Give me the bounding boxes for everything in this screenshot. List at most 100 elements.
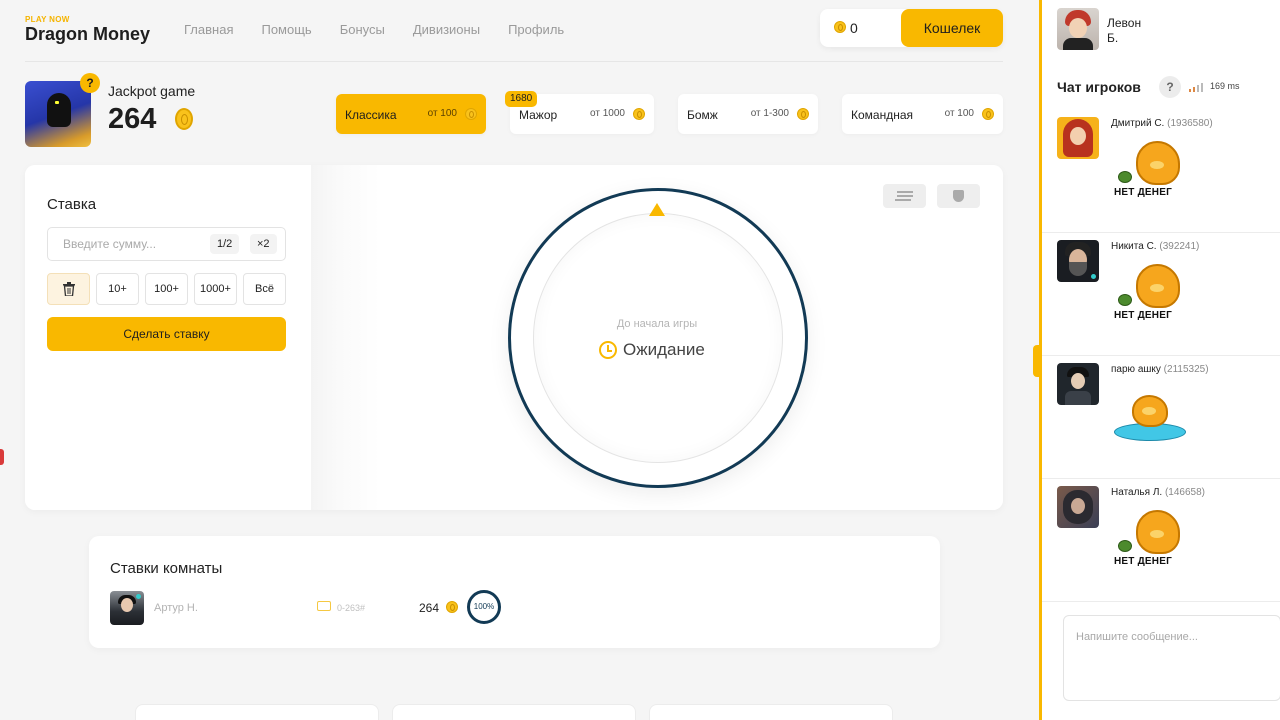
avatar-status-dot bbox=[136, 594, 141, 599]
countdown-label: До начала игры bbox=[616, 318, 698, 330]
quick-add-1000[interactable]: 1000+ bbox=[194, 273, 237, 305]
avatar[interactable] bbox=[1057, 117, 1099, 159]
bet-panel: Ставка 1/2 ×2 10+ 100+ 1000+ Всё Сделать… bbox=[25, 165, 311, 510]
mode-team[interactable]: Командная от 100 bbox=[842, 94, 1003, 134]
ticket-icon bbox=[317, 601, 331, 611]
chat-sidebar: Левон Б. Чат игроков ? 169 ms Дмитрий С.… bbox=[1039, 0, 1280, 720]
jackpot-help-icon[interactable]: ? bbox=[80, 73, 100, 93]
mode-min: от 1-300 bbox=[750, 108, 789, 119]
sticker-caption: НЕТ ДЕНЕГ bbox=[1114, 310, 1172, 321]
coin-icon bbox=[175, 108, 193, 130]
sticker-image: НЕТ ДЕНЕГ bbox=[1114, 508, 1186, 570]
game-status: Ожидание bbox=[623, 340, 705, 359]
avatar[interactable] bbox=[1057, 486, 1099, 528]
mode-name: Командная bbox=[851, 108, 914, 122]
win-chance: 100% bbox=[467, 590, 501, 624]
half-button[interactable]: 1/2 bbox=[210, 234, 240, 254]
header: PLAY NOW Dragon Money Главная Помощь Бон… bbox=[25, 0, 1003, 62]
logo-tag: PLAY NOW bbox=[25, 15, 70, 24]
coin-icon bbox=[797, 108, 809, 120]
mode-min: от 100 bbox=[427, 108, 457, 119]
coin-icon bbox=[633, 108, 645, 120]
wheel-inner bbox=[533, 213, 783, 463]
mode-classic[interactable]: Классика от 100 bbox=[336, 94, 486, 134]
chat-message: Никита С. (392241) НЕТ ДЕНЕГ bbox=[1042, 234, 1280, 356]
avatar-face bbox=[1069, 18, 1087, 38]
mode-bomzh[interactable]: Бомж от 1-300 bbox=[678, 94, 818, 134]
chat-username[interactable]: Наталья Л. (146658) bbox=[1111, 487, 1205, 498]
quick-all[interactable]: Всё bbox=[243, 273, 286, 305]
chat-help-icon[interactable]: ? bbox=[1159, 76, 1181, 98]
chat-message: парю ашку (2115325) bbox=[1042, 357, 1280, 479]
avatar[interactable] bbox=[1057, 240, 1099, 282]
game-wheel bbox=[508, 188, 808, 488]
game-card: Ставка 1/2 ×2 10+ 100+ 1000+ Всё Сделать… bbox=[25, 165, 1003, 510]
chat-input-wrap bbox=[1063, 615, 1280, 701]
chat-username[interactable]: Дмитрий С. (1936580) bbox=[1111, 118, 1213, 129]
quick-add-100[interactable]: 100+ bbox=[145, 273, 188, 305]
avatar[interactable] bbox=[1057, 363, 1099, 405]
coin-icon bbox=[465, 108, 477, 120]
user-avatar[interactable] bbox=[1057, 8, 1099, 50]
history-card bbox=[649, 704, 893, 720]
nav-help[interactable]: Помощь bbox=[261, 22, 311, 37]
balance-box: 0 Кошелек bbox=[820, 9, 1003, 47]
double-button[interactable]: ×2 bbox=[250, 234, 277, 254]
bet-amount-input[interactable] bbox=[48, 228, 198, 260]
user-first-name: Левон bbox=[1107, 16, 1142, 30]
quick-add-10[interactable]: 10+ bbox=[96, 273, 139, 305]
ping-value: 169 ms bbox=[1210, 81, 1240, 91]
bettor-name[interactable]: Артур Н. bbox=[154, 602, 198, 614]
signal-icon bbox=[1189, 83, 1203, 92]
logo[interactable]: PLAY NOW Dragon Money bbox=[25, 15, 150, 45]
chat-username[interactable]: Никита С. (392241) bbox=[1111, 241, 1199, 252]
sticker-image: НЕТ ДЕНЕГ bbox=[1114, 139, 1186, 201]
chat-title: Чат игроков bbox=[1057, 79, 1141, 95]
nav-profile[interactable]: Профиль bbox=[508, 22, 564, 37]
ticket-range: 0-263# bbox=[337, 603, 366, 613]
sticker-caption: НЕТ ДЕНЕГ bbox=[1114, 187, 1172, 198]
dragon-figure bbox=[47, 93, 71, 127]
jackpot-value: 264 bbox=[108, 103, 157, 135]
chat-username[interactable]: парю ашку (2115325) bbox=[1111, 364, 1209, 375]
wheel-pointer-icon bbox=[649, 203, 665, 216]
history-card bbox=[392, 704, 636, 720]
wallet-button[interactable]: Кошелек bbox=[901, 9, 1003, 47]
chat-message-input[interactable] bbox=[1064, 616, 1280, 700]
bet-title: Ставка bbox=[47, 196, 97, 213]
room-bets-title: Ставки комнаты bbox=[110, 560, 223, 577]
shield-icon bbox=[953, 190, 964, 202]
sticker-image: НЕТ ДЕНЕГ bbox=[1114, 262, 1186, 324]
coin-icon bbox=[834, 21, 846, 33]
dragon-eye bbox=[55, 101, 59, 104]
make-bet-button[interactable]: Сделать ставку bbox=[47, 317, 286, 351]
fairness-button[interactable] bbox=[937, 184, 980, 208]
clock-icon bbox=[599, 341, 617, 359]
wheel-area: До начала игры Ожидание bbox=[311, 165, 1003, 510]
sticker-caption: НЕТ ДЕНЕГ bbox=[1114, 556, 1172, 567]
jackpot-thumbnail bbox=[25, 81, 91, 147]
avatar[interactable] bbox=[110, 591, 144, 625]
bet-input-wrap: 1/2 ×2 bbox=[47, 227, 286, 261]
mode-name: Мажор bbox=[519, 108, 558, 122]
trash-icon bbox=[62, 282, 75, 297]
logo-name: Dragon Money bbox=[25, 24, 151, 44]
nav-home[interactable]: Главная bbox=[184, 22, 233, 37]
clear-bet-button[interactable] bbox=[47, 273, 90, 305]
avatar-body bbox=[1063, 38, 1093, 50]
coin-icon bbox=[982, 108, 994, 120]
sticker-image bbox=[1114, 385, 1186, 447]
balance-value: 0 bbox=[850, 20, 858, 36]
mode-min: от 100 bbox=[944, 108, 974, 119]
nav-divisions[interactable]: Дивизионы bbox=[413, 22, 480, 37]
bet-amount: 264 bbox=[419, 601, 440, 615]
coin-icon bbox=[446, 601, 458, 613]
mode-major-badge: 1680 bbox=[505, 91, 538, 107]
history-button[interactable] bbox=[883, 184, 926, 208]
mode-name: Классика bbox=[345, 108, 397, 122]
history-card bbox=[135, 704, 379, 720]
user-last-name: Б. bbox=[1107, 31, 1119, 45]
nav-bonuses[interactable]: Бонусы bbox=[340, 22, 385, 37]
list-icon bbox=[897, 191, 913, 193]
avatar-face bbox=[121, 598, 133, 612]
